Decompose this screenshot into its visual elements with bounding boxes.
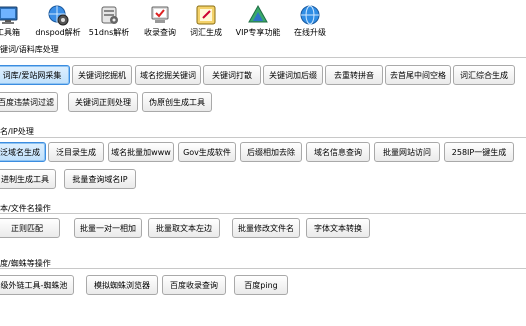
divider [0,268,526,269]
dedupe-pinyin-button[interactable]: 去重转拼音 [325,65,383,85]
keyword-miner-button[interactable]: 关键词挖掘机 [72,65,132,85]
divider [0,213,526,214]
toolbar-toolbox[interactable]: 工具箱 [0,0,28,40]
toolbar-dnspod-label: dnspod解析 [35,28,81,37]
toolbar-word-gen-label: 词汇生成 [190,28,222,37]
wildcard-domain-gen-button[interactable]: 泛域名生成 [0,142,46,162]
server-icon [101,6,118,24]
batch-rename-button[interactable]: 批量修改文件名 [232,218,300,238]
toolbar-online-upgrade-label: 在线升级 [294,28,326,37]
trim-spaces-button[interactable]: 去首尾中间空格 [385,65,451,85]
keyword-shuffle-button[interactable]: 关键词打散 [203,65,261,85]
divider [0,137,526,138]
gov-gen-button[interactable]: Gov生成软件 [178,142,236,162]
domain-add-www-button[interactable]: 域名批量加www [108,142,174,162]
batch-one-to-one-button[interactable]: 批量一对一相加 [74,218,142,238]
section-title-keywords: 键词/语料库处理 [0,45,59,54]
toolbar-51dns-label: 51dns解析 [88,28,130,37]
baidu-index-query-button[interactable]: 百度收录查询 [162,275,226,295]
toolbar-toolbox-label: 工具箱 [0,28,20,37]
pseudo-original-button[interactable]: 伪原创生成工具 [142,92,212,112]
globe-gear-icon [48,5,69,26]
suffix-add-remove-button[interactable]: 后缀相加去除 [240,142,302,162]
toolbar-word-gen[interactable]: 词汇生成 [186,0,226,40]
toolbar-vip[interactable]: VIP专享功能 [232,0,284,40]
keyword-regex-button[interactable]: 关键词正则处理 [68,92,138,112]
font-text-convert-button[interactable]: 字体文本转换 [306,218,370,238]
main-toolbar: 工具箱 dnspod解析 51dns解析 收录查询 [0,0,526,40]
baidu-ping-button[interactable]: 百度ping [234,275,288,295]
monitor-icon [0,6,18,24]
toolbar-vip-label: VIP专享功能 [235,28,281,37]
domain-info-query-button[interactable]: 域名信息查询 [306,142,370,162]
base-convert-button[interactable]: 进制生成工具 [0,169,56,189]
toolbar-51dns[interactable]: 51dns解析 [84,0,134,40]
divider [0,57,526,58]
ie-globe-icon [300,5,320,25]
batch-text-left-button[interactable]: 批量取文本左边 [148,218,220,238]
notepad-icon [196,5,216,25]
domain-keyword-miner-button[interactable]: 域名挖掘关键词 [135,65,201,85]
toolbar-index-query-label: 收录查询 [144,28,176,37]
ip-258-gen-button[interactable]: 258IP一键生成 [444,142,514,162]
computer-check-icon [151,6,169,23]
baidu-banned-filter-button[interactable]: 百度违禁词过滤 [0,92,58,112]
toolbar-index-query[interactable]: 收录查询 [136,0,184,40]
keyword-suffix-button[interactable]: 关键词加后缀 [263,65,323,85]
toolbar-dnspod[interactable]: dnspod解析 [30,0,86,40]
section-title-domains: 名/IP处理 [0,127,34,136]
word-combo-gen-button[interactable]: 词汇综合生成 [453,65,515,85]
toolbar-online-upgrade[interactable]: 在线升级 [286,0,334,40]
spider-pool-tool-button[interactable]: 级外链工具-蜘蛛池 [0,275,74,295]
wildcard-dir-gen-button[interactable]: 泛目录生成 [48,142,104,162]
keyword-lib-collect-button[interactable]: 词库/爱站网采集 [0,65,70,85]
vip-icon [248,4,268,23]
batch-domain-ip-button[interactable]: 批量查询域名IP [64,169,136,189]
batch-site-visit-button[interactable]: 批量网站访问 [374,142,440,162]
regex-match-button[interactable]: 正则匹配 [0,218,60,238]
spider-browser-sim-button[interactable]: 模拟蜘蛛浏览器 [86,275,158,295]
